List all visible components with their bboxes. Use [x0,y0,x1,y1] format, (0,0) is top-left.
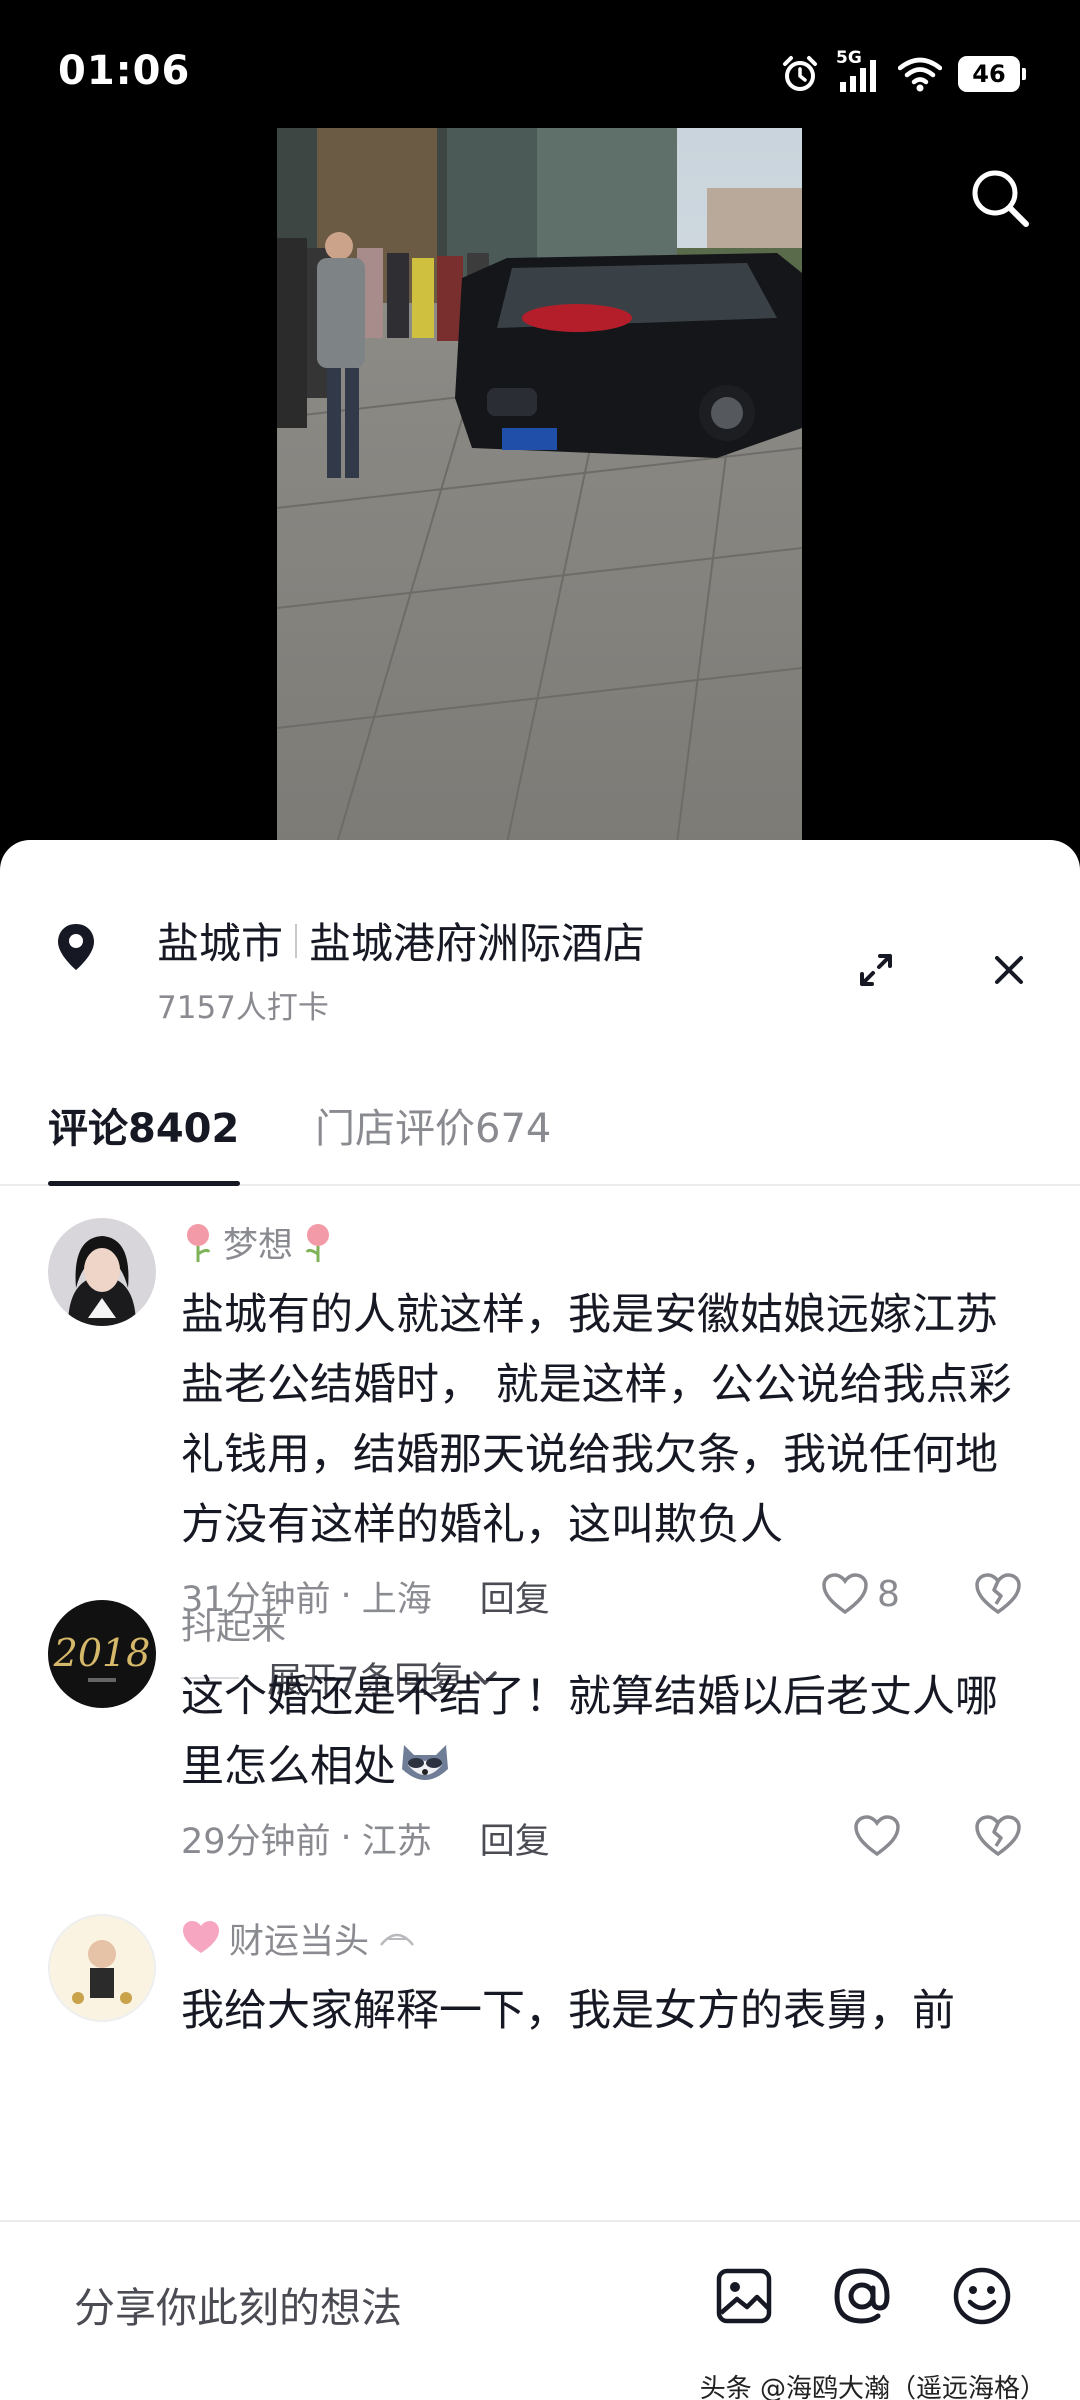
location-title: 盐城市 盐城港府洲际酒店 [157,910,645,971]
avatar[interactable] [48,1218,156,1326]
comment-meta: 29分钟前 · 江苏 回复 [181,1808,1021,1868]
comment-author[interactable]: 梦想 [181,1218,1021,1266]
search-button[interactable] [960,158,1040,238]
video-player[interactable] [277,128,802,843]
comment-input-bar: 分享你此刻的想法 头条 @海鸥大瀚（遥远海格） [0,2220,1080,2400]
search-icon [972,170,1029,227]
expand-button[interactable] [852,946,900,994]
image-button[interactable] [712,2264,776,2328]
active-tab-indicator [48,1181,240,1186]
emoji-button[interactable] [950,2264,1014,2328]
comment-author[interactable]: 抖起来 [181,1600,1021,1648]
author-name: 梦想 [223,1225,294,1266]
close-icon [995,956,1023,984]
comment-text: 盐城有的人就这样，我是安徽姑娘远嫁江苏盐老公结婚时， 就是这样，公公说给我点彩礼… [181,1290,1012,1550]
like-button[interactable] [853,1814,901,1858]
comment-text: 我给大家解释一下，我是女方的表舅，前 [181,1986,955,2036]
raccoon-emoji-icon [402,1745,448,1780]
meta-separator: · [340,1818,352,1858]
signal-icon: 5G [836,48,882,94]
comment-author[interactable]: 财运当头 [181,1914,1021,1962]
status-bar: 01:06 5G 46 [0,0,1080,130]
battery-icon: 46 [958,56,1026,92]
tab-store-reviews[interactable]: 门店评价674 [315,1096,551,1154]
checkin-count: 7157人打卡 [157,990,329,1026]
sparkle-icon [380,1933,414,1946]
tab-bar: 评论8402 门店评价674 [0,1076,1080,1186]
avatar[interactable]: 2018 [48,1600,156,1708]
broken-heart-icon [975,1815,1021,1857]
expand-icon [860,954,892,986]
rose-icon [305,1224,330,1262]
comment-body: 抖起来 这个婚还是不结了！就算结婚以后老丈人哪里怎么相处 29分钟前 · 江苏 [181,1600,1021,1868]
wifi-icon [898,57,942,92]
author-name: 财运当头 [229,1921,370,1962]
heart-icon [854,1815,900,1857]
status-time: 01:06 [58,48,191,94]
image-icon [716,2268,772,2324]
rose-icon [187,1224,211,1262]
watermark-text: 头条 @海鸥大瀚（遥远海格） [699,2374,1046,2400]
tab-comments[interactable]: 评论8402 [48,1096,239,1154]
location-separator [295,923,298,958]
avatar[interactable] [48,1914,156,2022]
alarm-icon [783,56,817,91]
location-comments-sheet: 盐城市 盐城港府洲际酒店 7157人打卡 评论8402 门店评价674 梦想 盐… [0,840,1080,2400]
location-header[interactable]: 盐城市 盐城港府洲际酒店 7157人打卡 [0,880,1080,1026]
location-pin-icon [58,924,94,970]
emoji-icon [953,2267,1011,2325]
location-venue: 盐城港府洲际酒店 [309,919,646,968]
svg-text:2018: 2018 [53,1631,151,1675]
status-icons: 5G 46 [780,48,1026,96]
at-icon [834,2268,890,2324]
comment-body: 财运当头 我给大家解释一下，我是女方的表舅，前 [181,1914,1021,2046]
author-name: 抖起来 [181,1607,287,1648]
mention-button[interactable] [830,2264,894,2328]
video-frame-image [277,128,802,843]
dislike-button[interactable] [974,1814,1022,1867]
close-button[interactable] [985,946,1033,994]
heart-emoji-icon [183,1921,219,1953]
comment-time: 29分钟前 [181,1821,331,1862]
comment-text-content: 这个婚还是不结了！就算结婚以后老丈人哪里怎么相处 [181,1672,998,1792]
reply-button[interactable]: 回复 [480,1813,550,1864]
comment-input[interactable]: 分享你此刻的想法 [74,2274,402,2334]
comment-location: 江苏 [361,1821,432,1862]
location-city: 盐城市 [157,919,284,968]
comment-text: 这个婚还是不结了！就算结婚以后老丈人哪里怎么相处 [181,1662,1021,1802]
